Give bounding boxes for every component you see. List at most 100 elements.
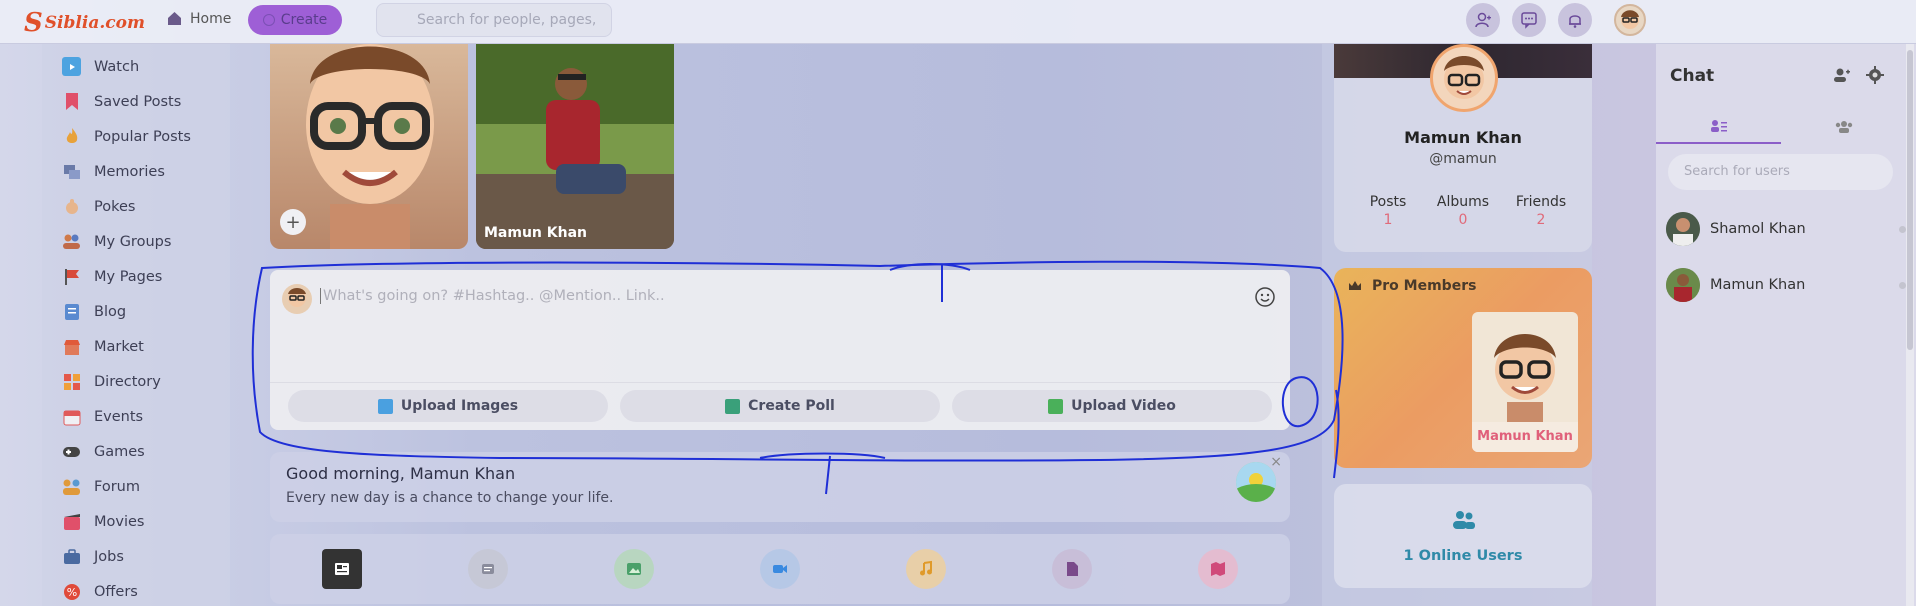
notifications-icon[interactable]	[1558, 3, 1592, 37]
friend-requests-icon[interactable]	[1466, 3, 1500, 37]
emoji-icon[interactable]	[1254, 286, 1276, 308]
sidebar-item-events[interactable]: Events	[62, 407, 143, 426]
forum-icon	[62, 477, 81, 496]
scrollbar-thumb[interactable]	[1907, 50, 1913, 350]
photos-icon[interactable]	[614, 549, 654, 589]
stat-value: 2	[1536, 212, 1546, 228]
sidebar-item-label: Memories	[94, 163, 165, 180]
sidebar-item-pokes[interactable]: Pokes	[62, 197, 135, 216]
sidebar-item-saved-posts[interactable]: Saved Posts	[62, 92, 181, 111]
button-label: Create Poll	[748, 398, 835, 414]
sidebar-item-label: Saved Posts	[94, 93, 182, 110]
sidebar-item-label: Pokes	[94, 198, 136, 215]
tab-groups[interactable]	[1781, 110, 1906, 144]
online-users-count[interactable]: 1 Online Users	[1334, 548, 1592, 564]
sidebar-item-memories[interactable]: Memories	[62, 162, 165, 181]
sidebar-item-label: My Groups	[94, 233, 172, 250]
sidebar-item-games[interactable]: Games	[62, 442, 145, 461]
sidebar-item-offers[interactable]: % Offers	[62, 582, 138, 601]
sidebar-item-movies[interactable]: Movies	[62, 512, 144, 531]
plus-circle-icon	[262, 14, 275, 26]
poke-icon	[62, 197, 81, 216]
video-icon	[1048, 398, 1064, 414]
home-link[interactable]: Home	[166, 10, 231, 27]
member-avatar	[1494, 334, 1556, 422]
create-button[interactable]: Create	[248, 5, 342, 35]
blog-icon	[62, 302, 81, 321]
profile-avatar[interactable]	[1430, 44, 1498, 112]
sidebar-item-forum[interactable]: Forum	[62, 477, 140, 496]
create-poll-button[interactable]: Create Poll	[620, 390, 940, 422]
add-story-button[interactable]: +	[280, 209, 306, 235]
sidebar-item-market[interactable]: Market	[62, 337, 144, 356]
files-icon[interactable]	[1052, 549, 1092, 589]
bookmark-icon	[62, 92, 81, 111]
post-text-input[interactable]: What's going on? #Hashtag.. @Mention.. L…	[320, 288, 665, 304]
pro-members-card: Pro Members Mamun Khan	[1334, 268, 1592, 468]
status-dot	[1899, 225, 1906, 233]
crown-icon	[1349, 281, 1361, 290]
profile-name[interactable]: Mamun Khan	[1334, 128, 1592, 147]
maps-icon[interactable]	[1198, 549, 1238, 589]
stat-label: Friends	[1515, 194, 1567, 210]
status-dot	[1899, 281, 1906, 289]
story-mamun-khan[interactable]: Mamun Khan	[476, 44, 674, 249]
post-composer: What's going on? #Hashtag.. @Mention.. L…	[270, 270, 1290, 430]
sidebar-item-blog[interactable]: Blog	[62, 302, 126, 321]
chat-user-shamol-khan[interactable]: Shamol Khan	[1666, 212, 1906, 246]
chat-search-input[interactable]: Search for users	[1668, 154, 1893, 190]
avatar	[1666, 212, 1700, 246]
online-users-card[interactable]: 1 Online Users	[1334, 484, 1592, 588]
group-chat-icon	[1835, 121, 1852, 133]
offers-icon: %	[62, 582, 81, 601]
sidebar-item-directory[interactable]: Directory	[62, 372, 161, 391]
image-icon	[377, 398, 393, 414]
logo-text: Siblia.com	[44, 13, 145, 33]
market-icon	[62, 337, 81, 356]
stat-label: Albums	[1436, 194, 1490, 210]
sidebar-item-jobs[interactable]: Jobs	[62, 547, 124, 566]
sidebar-item-label: Forum	[94, 478, 140, 495]
user-avatar-menu[interactable]	[1614, 4, 1646, 36]
sidebar-item-label: Popular Posts	[94, 128, 191, 145]
add-user-icon[interactable]	[1830, 64, 1852, 86]
create-label: Create	[280, 12, 328, 28]
sidebar-item-label: Blog	[94, 303, 127, 320]
messages-icon[interactable]	[1512, 3, 1546, 37]
chat-user-mamun-khan[interactable]: Mamun Khan	[1666, 268, 1906, 302]
upload-video-button[interactable]: Upload Video	[952, 390, 1272, 422]
music-icon[interactable]	[906, 549, 946, 589]
stat-friends[interactable]: Friends 2	[1501, 194, 1581, 228]
story-create[interactable]: +	[270, 44, 468, 249]
posts-icon[interactable]	[468, 549, 508, 589]
stat-albums[interactable]: Albums 0	[1423, 194, 1503, 228]
stat-value: 1	[1383, 212, 1393, 228]
upload-images-button[interactable]: Upload Images	[288, 390, 608, 422]
search-input[interactable]: Search for people, pages,	[376, 3, 612, 37]
stat-value: 0	[1458, 212, 1468, 228]
sidebar-item-watch[interactable]: Watch	[62, 57, 139, 76]
story-author-name: Mamun Khan	[484, 225, 588, 241]
sidebar-item-my-groups[interactable]: My Groups	[62, 232, 171, 251]
news-feed-icon[interactable]	[322, 549, 362, 589]
poll-icon	[725, 398, 741, 414]
profile-card: Mamun Khan @mamun Posts 1 Albums 0 Frien…	[1334, 44, 1592, 252]
pro-member-name: Mamun Khan	[1472, 422, 1578, 452]
movies-icon	[62, 512, 81, 531]
stat-posts[interactable]: Posts 1	[1348, 194, 1428, 228]
videos-icon[interactable]	[760, 549, 800, 589]
sidebar-item-label: Games	[94, 443, 145, 460]
tab-contacts[interactable]	[1656, 110, 1781, 144]
sidebar-item-my-pages[interactable]: My Pages	[62, 267, 162, 286]
gear-icon[interactable]	[1864, 64, 1886, 86]
pro-member-item[interactable]: Mamun Khan	[1472, 312, 1578, 452]
site-logo[interactable]: S Siblia.com	[24, 8, 145, 38]
sidebar-item-label: Events	[94, 408, 144, 425]
chat-user-name: Shamol Khan	[1710, 221, 1806, 237]
sidebar-item-popular-posts[interactable]: Popular Posts	[62, 127, 191, 146]
close-icon[interactable]: ×	[1270, 454, 1282, 470]
jobs-icon	[62, 547, 81, 566]
sidebar-item-label: Offers	[94, 583, 138, 600]
button-label: Upload Video	[1071, 398, 1176, 414]
sidebar-item-label: My Pages	[94, 268, 163, 285]
